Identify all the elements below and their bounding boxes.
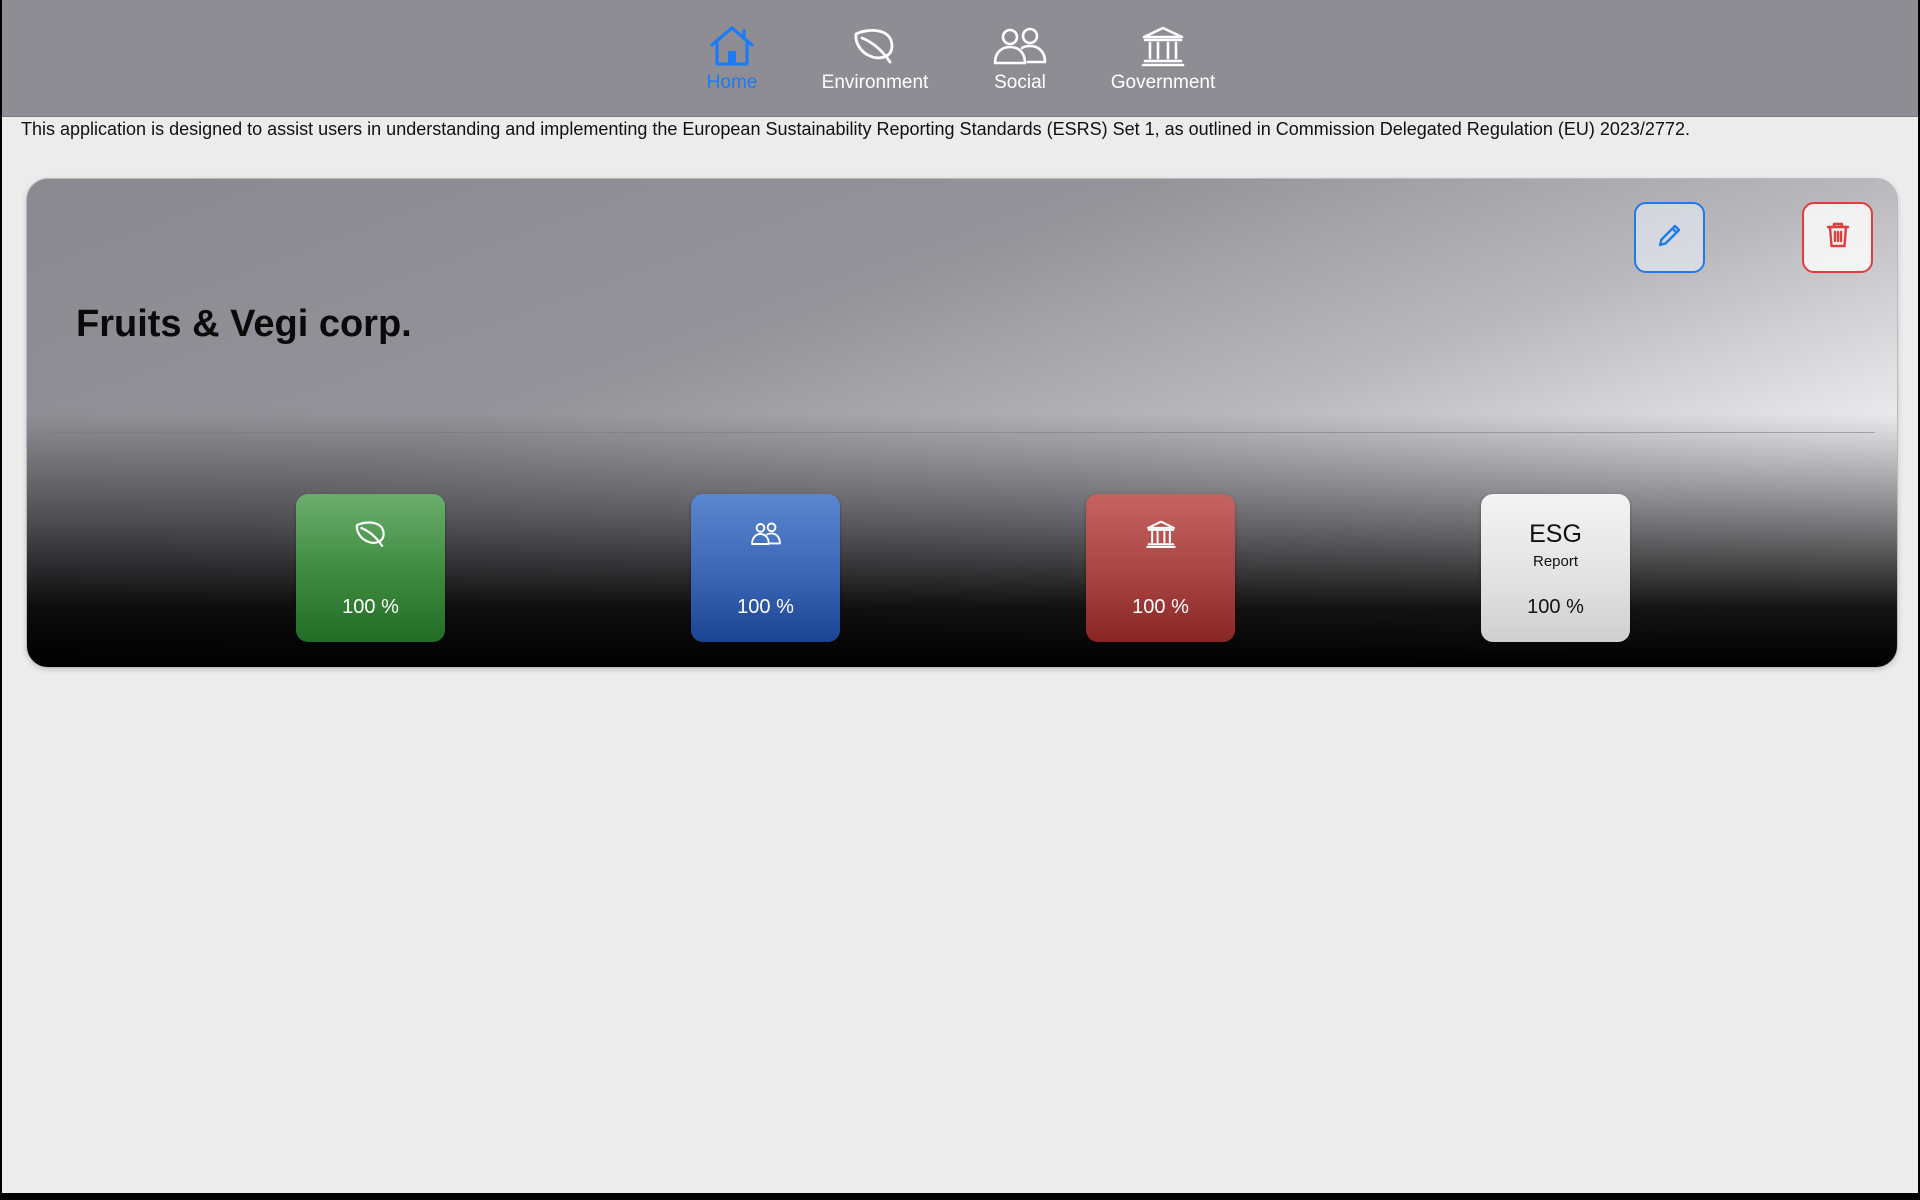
leaf-icon bbox=[354, 516, 388, 552]
company-name: Fruits & Vegi corp. bbox=[76, 303, 412, 345]
app-window: Home Environment Social Government This … bbox=[2, 0, 1918, 1193]
intro-text: This application is designed to assist u… bbox=[21, 119, 1690, 139]
tab-social-label: Social bbox=[994, 72, 1046, 93]
tab-social[interactable]: Social bbox=[970, 0, 1070, 116]
building-columns-icon bbox=[1141, 24, 1185, 68]
building-columns-icon bbox=[1145, 516, 1176, 552]
esg-title: ESG bbox=[1529, 520, 1582, 548]
tab-environment-label: Environment bbox=[821, 72, 929, 93]
esg-percent: 100 % bbox=[1527, 596, 1584, 618]
esg-subtitle: Report bbox=[1532, 553, 1579, 570]
social-percent: 100 % bbox=[737, 596, 794, 618]
tab-home-label: Home bbox=[706, 72, 758, 93]
house-icon bbox=[709, 24, 755, 68]
government-percent: 100 % bbox=[1132, 596, 1189, 618]
environment-progress-tile[interactable]: 100 % bbox=[296, 494, 445, 642]
environment-percent: 100 % bbox=[342, 596, 399, 618]
edit-button[interactable] bbox=[1634, 202, 1705, 273]
tab-government[interactable]: Government bbox=[1098, 0, 1228, 116]
leaf-icon bbox=[852, 24, 898, 68]
government-progress-tile[interactable]: 100 % bbox=[1086, 494, 1235, 642]
social-progress-tile[interactable]: 100 % bbox=[691, 494, 840, 642]
tab-home[interactable]: Home bbox=[682, 0, 782, 116]
pencil-icon bbox=[1656, 221, 1684, 254]
delete-button[interactable] bbox=[1802, 202, 1873, 273]
trash-icon bbox=[1825, 221, 1851, 254]
people-icon bbox=[750, 516, 781, 552]
people-icon bbox=[993, 24, 1047, 68]
esg-report-tile[interactable]: ESG Report 100 % bbox=[1481, 494, 1630, 642]
company-card[interactable]: Fruits & Vegi corp. 100 % 100 % 100 % ES… bbox=[26, 178, 1898, 668]
tab-government-label: Government bbox=[1110, 72, 1216, 93]
tab-environment[interactable]: Environment bbox=[810, 0, 940, 116]
tab-bar: Home Environment Social Government bbox=[2, 0, 1918, 117]
card-divider bbox=[51, 432, 1875, 433]
